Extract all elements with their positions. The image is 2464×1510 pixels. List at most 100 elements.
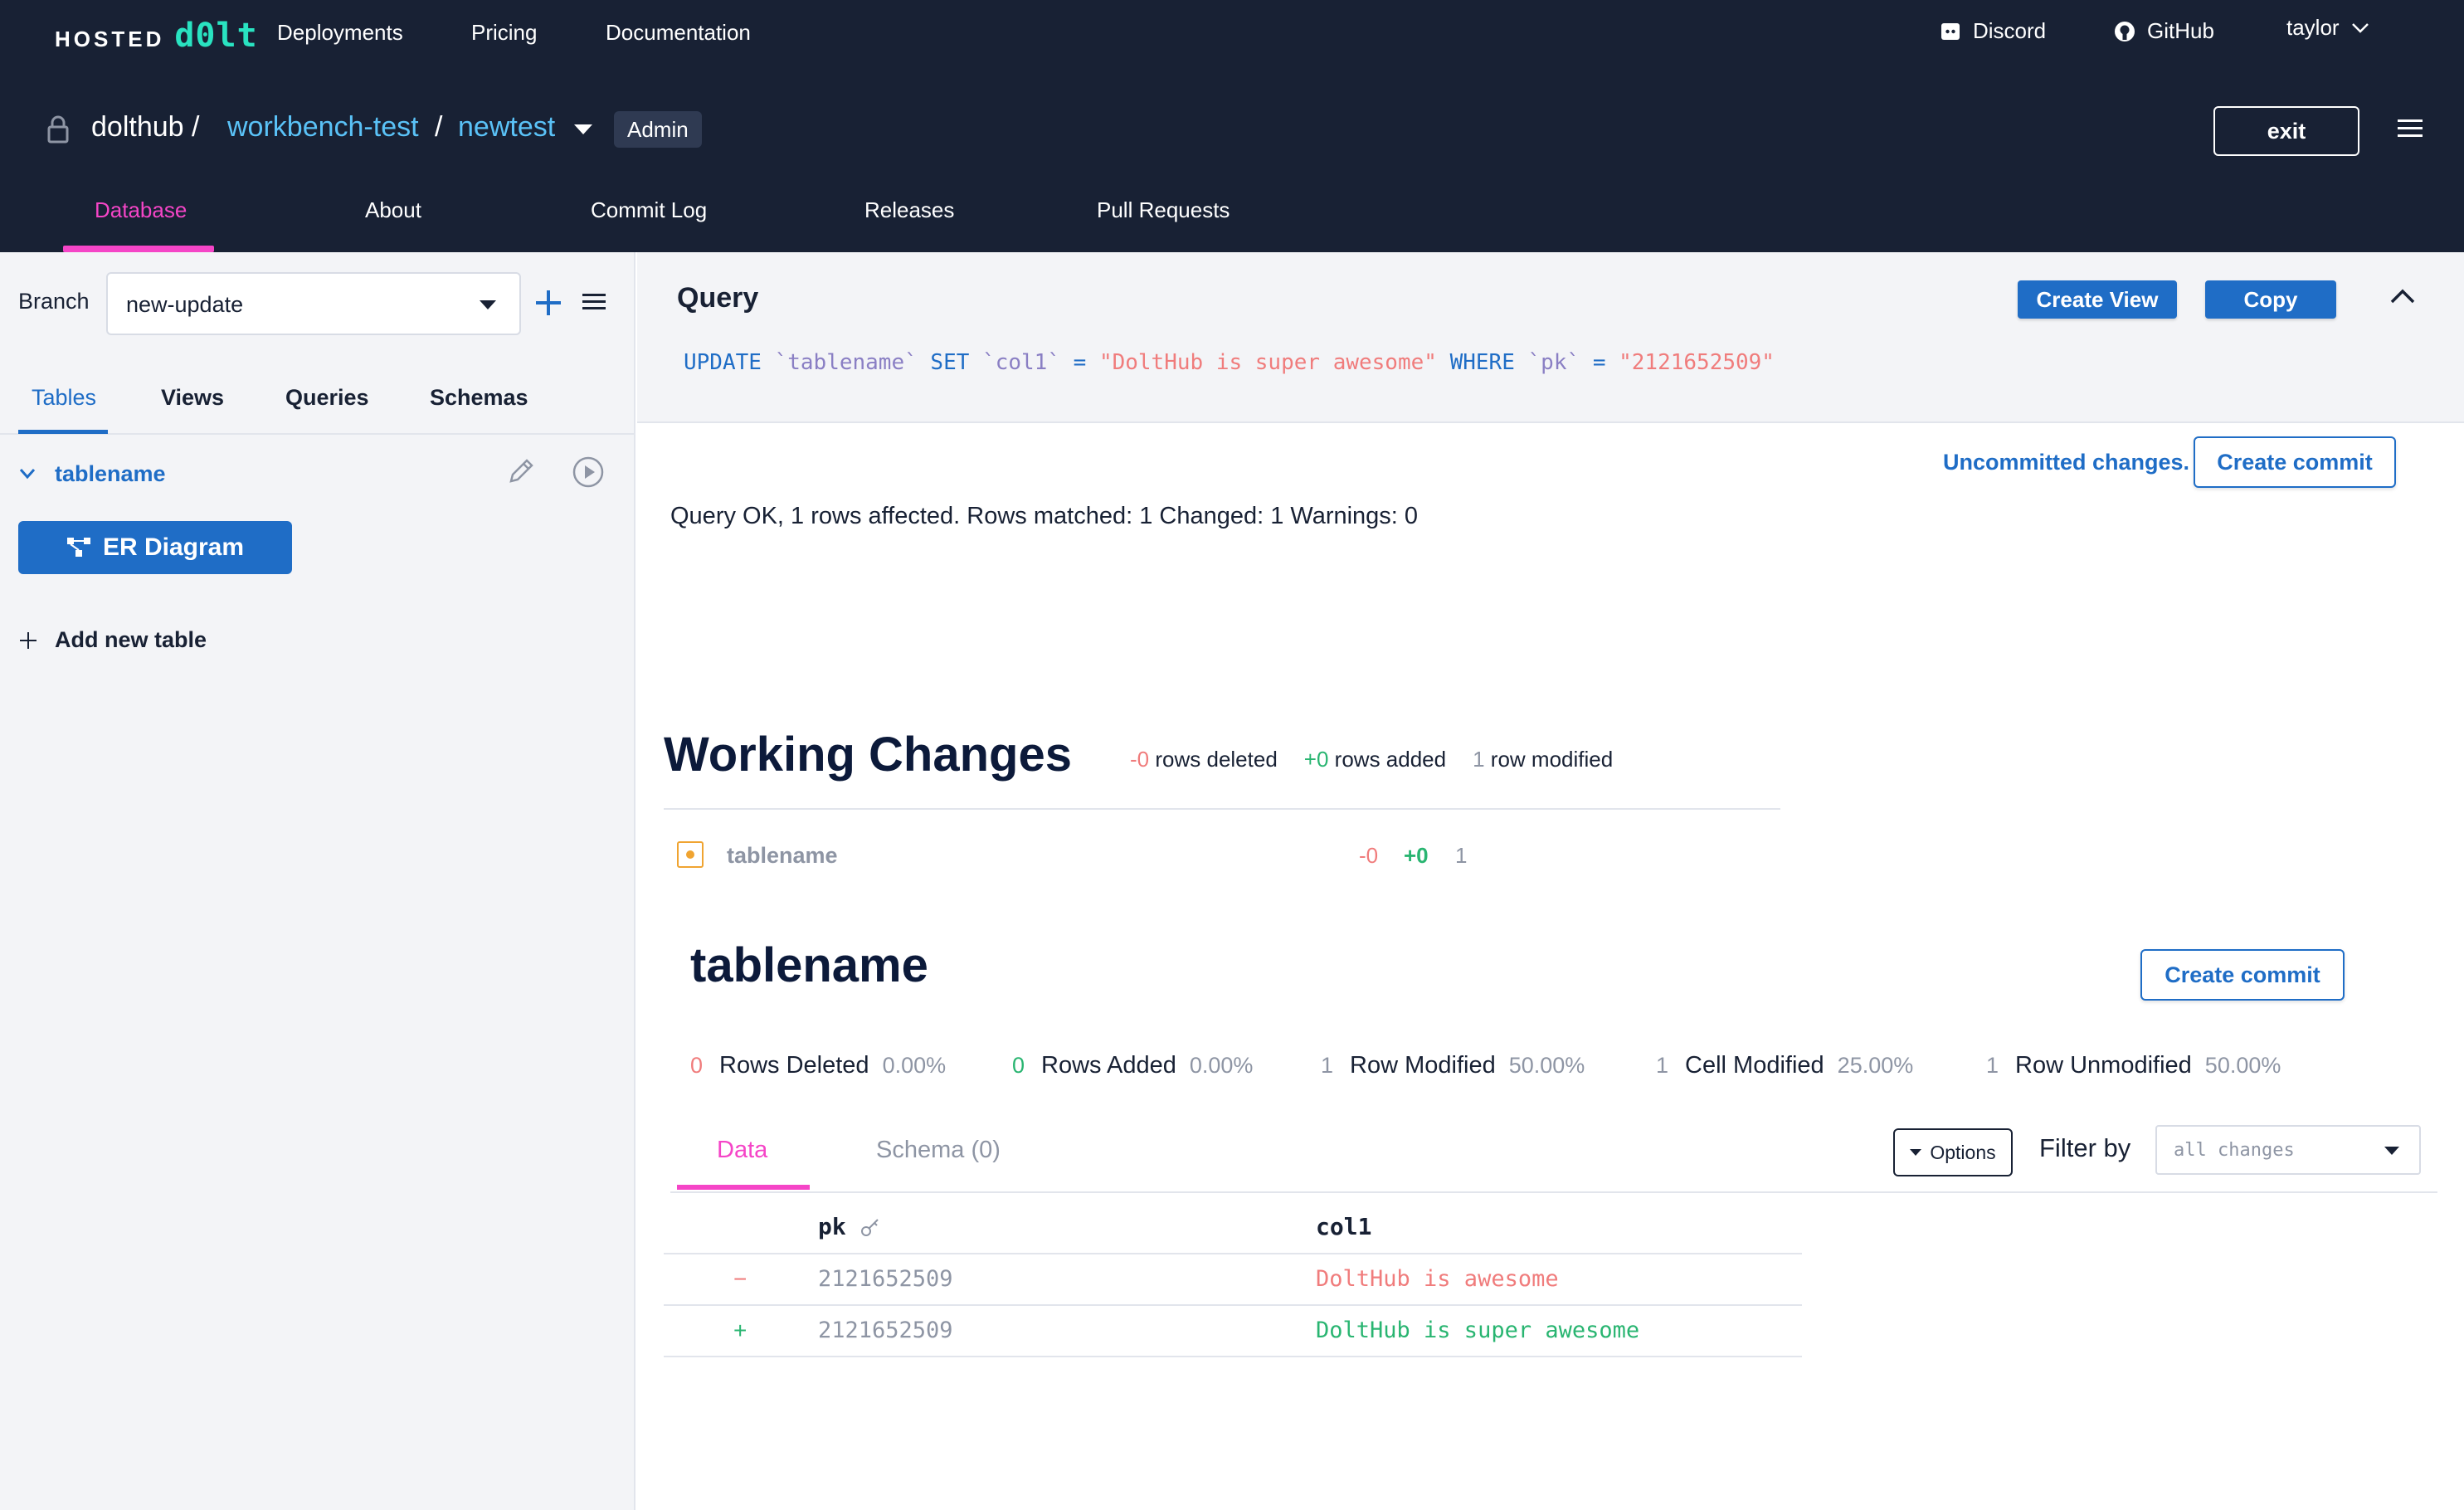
database-dropdown-caret-icon[interactable] (574, 124, 592, 134)
filter-select[interactable]: all changes (2155, 1125, 2421, 1175)
sidebar-table-item[interactable]: tablename (18, 455, 624, 496)
sql-identifier: `tablename` (774, 350, 918, 375)
caret-down-icon (480, 300, 496, 309)
repo-tabs: Database About Commit Log Releases Pull … (0, 192, 1327, 252)
discord-link[interactable]: Discord (1940, 18, 2046, 44)
tab-commit-log[interactable]: Commit Log (591, 197, 707, 223)
sql-operator: = (1592, 350, 1606, 375)
options-button[interactable]: Options (1893, 1128, 2013, 1176)
table-row-added[interactable]: + 2121652509 DoltHub is super awesome (664, 1306, 1802, 1357)
sql-identifier: `col1` (982, 350, 1060, 375)
summary-row-modified: 1 Row Modified 50.00% (1321, 1052, 1585, 1079)
added-sign: + (733, 1318, 747, 1343)
removed-sign: − (733, 1266, 747, 1292)
sidebar-table-name[interactable]: tablename (55, 461, 166, 487)
discord-icon (1941, 22, 1960, 40)
breadcrumb-separator: / (435, 111, 443, 143)
left-sidebar: Branch new-update Tables Views Queries S… (0, 252, 635, 1510)
summary-label: Rows Deleted (719, 1052, 869, 1079)
cell-pk[interactable]: 2121652509 (818, 1318, 953, 1343)
modified-status-icon (677, 841, 704, 868)
cell-pk[interactable]: 2121652509 (818, 1266, 953, 1292)
changed-table-added: +0 (1404, 843, 1429, 868)
key-icon (861, 1219, 879, 1236)
summary-percent: 0.00% (1189, 1053, 1254, 1078)
exit-button[interactable]: exit (2213, 106, 2359, 156)
cell-col1[interactable]: DoltHub is super awesome (1316, 1318, 1639, 1343)
github-icon (2115, 21, 2135, 41)
hosted-dolt-logo[interactable]: HOSTED d0lt (55, 17, 258, 55)
column-header-col1[interactable]: col1 (1316, 1213, 1371, 1240)
rows-added-stat: +0 rows added (1304, 747, 1446, 772)
branch-select[interactable]: new-update (106, 272, 521, 335)
tab-database[interactable]: Database (95, 197, 187, 223)
uncommitted-changes-link[interactable]: Uncommitted changes. (1943, 450, 2189, 475)
tab-data[interactable]: Data (717, 1137, 767, 1164)
create-commit-button-table[interactable]: Create commit (2140, 949, 2345, 1001)
repo-bar: dolthub / workbench-test / newtest Admin… (0, 100, 2464, 158)
sidebar-tab-queries[interactable]: Queries (285, 385, 369, 411)
create-commit-button[interactable]: Create commit (2194, 436, 2396, 488)
er-diagram-button[interactable]: ER Diagram (18, 521, 292, 574)
summary-rows-deleted: 0 Rows Deleted 0.00% (690, 1052, 946, 1079)
table-row-removed[interactable]: − 2121652509 DoltHub is awesome (664, 1254, 1802, 1306)
chevron-up-icon[interactable] (2389, 287, 2416, 305)
nav-documentation[interactable]: Documentation (606, 20, 751, 46)
tab-about[interactable]: About (365, 197, 421, 223)
new-branch-plus-icon[interactable] (531, 285, 566, 320)
top-nav: HOSTED d0lt Deployments Pricing Document… (0, 0, 2464, 70)
er-diagram-label: ER Diagram (102, 533, 245, 561)
query-result-message: Query OK, 1 rows affected. Rows matched:… (670, 503, 1419, 529)
user-menu[interactable]: taylor (2286, 15, 2369, 41)
sql-query-text[interactable]: UPDATE `tablename` SET `col1` = "DoltHub… (684, 350, 1775, 375)
breadcrumb-repo[interactable]: workbench-test (227, 111, 419, 144)
summary-label: Row Unmodified (2015, 1052, 2192, 1079)
nav-deployments[interactable]: Deployments (277, 20, 403, 46)
github-link[interactable]: GitHub (2114, 18, 2214, 44)
caret-down-icon (1910, 1149, 1922, 1156)
discord-label: Discord (1973, 18, 2047, 43)
rows-modified-count: 1 (1473, 747, 1485, 772)
working-changes-stats: -0 rows deleted +0 rows added 1 row modi… (1130, 747, 1613, 772)
username: taylor (2286, 15, 2340, 40)
run-play-icon[interactable] (571, 455, 606, 490)
edit-pencil-icon[interactable] (504, 455, 538, 488)
summary-count: 1 (1986, 1053, 1999, 1078)
tab-releases[interactable]: Releases (864, 197, 954, 223)
summary-percent: 25.00% (1837, 1053, 1914, 1078)
diagram-icon (66, 538, 90, 557)
working-changes-table-row[interactable]: tablename -0 +0 1 (677, 840, 1755, 871)
summary-count: 0 (1012, 1053, 1025, 1078)
column-header-pk[interactable]: pk (818, 1213, 846, 1240)
diff-active-tab-indicator (677, 1185, 810, 1190)
sidebar-tab-tables[interactable]: Tables (32, 385, 96, 411)
sql-keyword: UPDATE (684, 350, 762, 375)
cell-col1[interactable]: DoltHub is awesome (1316, 1266, 1559, 1292)
summary-label: Cell Modified (1685, 1052, 1824, 1079)
sidebar-tab-views[interactable]: Views (161, 385, 224, 411)
query-title: Query (677, 282, 759, 314)
summary-rows-added: 0 Rows Added 0.00% (1012, 1052, 1253, 1079)
breadcrumb-owner[interactable]: dolthub / (91, 111, 199, 144)
app-header: HOSTED d0lt Deployments Pricing Document… (0, 0, 2464, 252)
changed-table-name[interactable]: tablename (727, 843, 838, 869)
options-label: Options (1930, 1141, 1996, 1163)
add-new-table-link[interactable]: Add new table (18, 627, 207, 653)
rows-added-label: rows added (1334, 747, 1447, 772)
breadcrumb-database[interactable]: newtest (458, 111, 555, 144)
nav-pricing[interactable]: Pricing (471, 20, 537, 46)
chevron-down-icon[interactable] (18, 466, 37, 481)
copy-button[interactable]: Copy (2205, 280, 2336, 319)
sidebar-tabs: Tables Views Queries Schemas (0, 377, 635, 435)
changed-table-deleted: -0 (1359, 843, 1379, 868)
branch-list-icon[interactable] (581, 290, 607, 314)
hamburger-menu-icon[interactable] (2398, 118, 2423, 139)
summary-percent: 0.00% (882, 1053, 947, 1078)
sidebar-tab-schemas[interactable]: Schemas (430, 385, 528, 411)
tab-pull-requests[interactable]: Pull Requests (1097, 197, 1230, 223)
logo-dolt-text: d0lt (174, 17, 258, 55)
create-view-button[interactable]: Create View (2018, 280, 2177, 319)
tab-schema[interactable]: Schema (0) (876, 1137, 1001, 1164)
summary-percent: 50.00% (1508, 1053, 1585, 1078)
summary-percent: 50.00% (2204, 1053, 2281, 1078)
